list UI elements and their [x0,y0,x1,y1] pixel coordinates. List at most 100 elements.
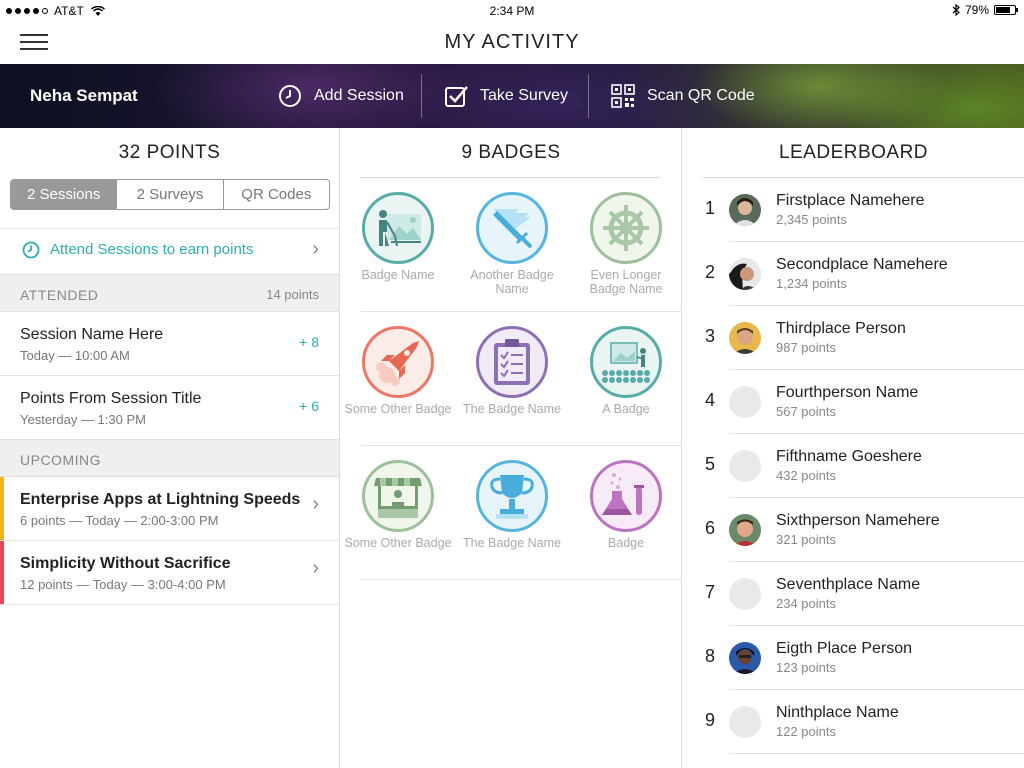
badge-circle [476,326,548,398]
badge-item[interactable]: Even Longer Badge Name [571,192,681,296]
upcoming-section-header: UPCOMING [0,439,339,477]
badge-name: Another Badge Name [470,268,554,296]
upcoming-label: UPCOMING [20,452,101,468]
leaderboard-row[interactable]: 7 Seventhplace Name 234 points [703,562,1024,626]
take-survey-button[interactable]: Take Survey [444,64,568,128]
session-title: Enterprise Apps at Lightning Speeds [20,491,301,508]
divider [588,74,589,118]
chevron-right-icon: › [312,493,319,515]
checkbox-icon [445,86,468,107]
clock-icon [22,241,40,258]
rank-number: 6 [704,518,715,538]
badge-item[interactable]: Badge Name [343,192,453,282]
chevron-right-icon: › [312,557,319,579]
leader-points: 122 points [776,724,836,739]
rank-number: 4 [704,390,715,410]
bluetooth-icon [952,4,960,16]
leaderboard-row[interactable]: 2 Secondplace Namehere 1,234 points [703,242,1024,306]
upcoming-session-row[interactable]: Simplicity Without Sacrifice 12 points —… [0,541,339,605]
badge-circle [362,326,434,398]
attended-session-row[interactable]: Points From Session Title Yesterday — 1:… [0,376,339,440]
chevron-right-icon: › [312,238,319,260]
scan-qr-button[interactable]: Scan QR Code [611,64,755,128]
leaderboard-heading: LEADERBOARD [778,142,929,163]
badge-circle [362,192,434,264]
rocket-icon [376,341,419,386]
leaderboard-row[interactable]: 8 Eigth Place Person 123 points [703,626,1024,690]
badge-item[interactable]: Some Other Badge [343,460,453,550]
session-details: 12 points — Today — 3:00-4:00 PM [20,577,226,592]
leaderboard-list: 1 Firstplace Namehere 2,345 points 2 Sec… [703,178,1024,754]
segment-surveys[interactable]: 2 Surveys [117,180,224,209]
avatar-placeholder [729,450,761,482]
attended-section-header: ATTENDED 14 points [0,274,339,312]
leader-points: 432 points [776,468,836,483]
badge-name: A Badge [602,402,650,416]
scan-qr-label: Scan QR Code [647,87,755,104]
add-session-label: Add Session [314,87,404,104]
leader-name: Secondplace Namehere [776,256,948,273]
nav-bar: MY ACTIVITY [0,22,1024,64]
avatar [729,322,761,354]
badge-grid: Badge Name Another Badge Name Even Longe… [344,178,682,580]
leader-points: 1,234 points [776,276,847,291]
session-points-earned: + 8 [299,334,319,350]
clock-icon [279,85,301,107]
badges-heading: 9 BADGES [461,142,561,163]
segment-qr-codes[interactable]: QR Codes [224,180,329,209]
leader-points: 321 points [776,532,836,547]
badge-circle [476,192,548,264]
badge-name: Some Other Badge [344,402,452,416]
leaderboard-row[interactable]: 4 Fourthperson Name 567 points [703,370,1024,434]
hiker-icon [379,210,421,247]
rank-number: 9 [704,710,715,730]
badge-item[interactable]: Badge [571,460,681,550]
badge-item[interactable]: Some Other Badge [343,326,453,416]
battery-status: 79% [952,3,1018,17]
ship-wheel-icon [603,205,649,251]
badge-name: Badge Name [361,268,435,282]
leader-name: Seventhplace Name [776,576,921,593]
points-segmented-control: 2 Sessions 2 Surveys QR Codes [10,179,330,210]
hero-banner: Neha Sempat Add Session Take Survey Scan… [0,64,1024,128]
badge-circle [590,460,662,532]
battery-percent: 79% [964,3,989,17]
flask-icon [602,473,644,515]
badge-circle [590,192,662,264]
session-title: Simplicity Without Sacrifice [20,555,231,572]
user-name: Neha Sempat [30,86,138,105]
leader-points: 2,345 points [776,212,847,227]
presentation-icon [602,342,650,383]
rank-number: 2 [704,262,715,282]
status-bar: AT&T 2:34 PM 79% [0,0,1024,22]
avatar [729,514,761,546]
qr-code-icon [611,84,635,108]
badge-item[interactable]: The Badge Name [457,460,567,550]
leaderboard-row[interactable]: 9 Ninthplace Name 122 points [703,690,1024,754]
segment-sessions[interactable]: 2 Sessions [11,180,118,209]
page-title: MY ACTIVITY [444,31,580,53]
badge-item[interactable]: The Badge Name [457,326,567,416]
trophy-icon [490,475,534,519]
leaderboard-panel: LEADERBOARD 1 Firstplace Namehere 2,345 … [683,128,1024,768]
add-session-button[interactable]: Add Session [278,64,404,128]
badge-name: The Badge Name [463,402,561,416]
attended-session-row[interactable]: Session Name Here Today — 10:00 AM + 8 [0,312,339,376]
badge-row: Some Other Badge The Badge Name A Badge [344,312,682,446]
badge-item[interactable]: Another Badge Name [457,192,567,296]
leader-name: Fifthname Goeshere [776,448,922,465]
badge-item[interactable]: A Badge [571,326,681,416]
leaderboard-row[interactable]: 5 Fifthname Goeshere 432 points [703,434,1024,498]
badge-row: Some Other Badge The Badge Name Badge [344,446,682,580]
badge-name: Some Other Badge [344,536,452,550]
badge-circle [590,326,662,398]
upcoming-session-row[interactable]: Enterprise Apps at Lightning Speeds 6 po… [0,477,339,541]
attend-sessions-link[interactable]: Attend Sessions to earn points › [0,228,339,270]
session-color-bar [0,541,4,604]
leaderboard-row[interactable]: 1 Firstplace Namehere 2,345 points [703,178,1024,242]
leaderboard-row[interactable]: 3 Thirdplace Person 987 points [703,306,1024,370]
session-color-bar [0,477,4,540]
session-time: Yesterday — 1:30 PM [20,412,146,427]
leaderboard-row[interactable]: 6 Sixthperson Namehere 321 points [703,498,1024,562]
sword-icon [493,209,533,249]
